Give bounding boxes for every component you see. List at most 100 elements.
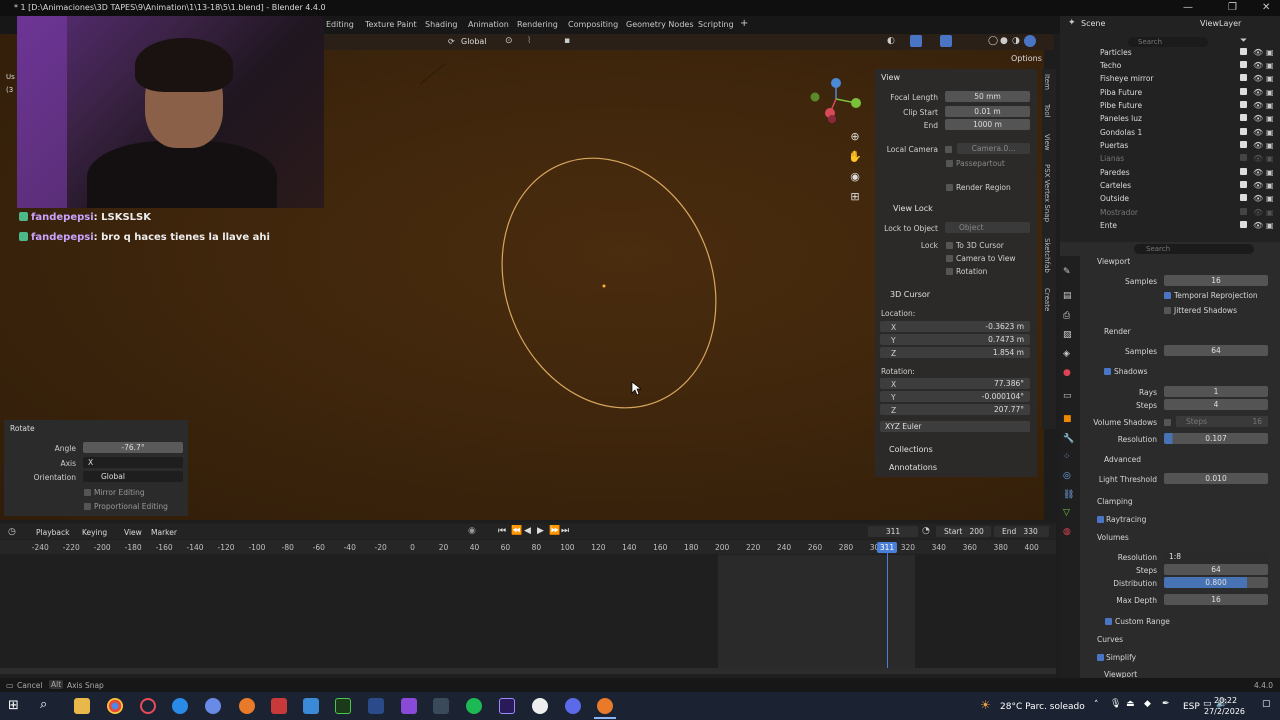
outliner-row[interactable]: Puertas 👁 ▣ [1060, 139, 1280, 152]
orientation-select[interactable]: Global [83, 471, 183, 482]
to-3d-cursor-checkbox[interactable] [946, 242, 953, 249]
rendered-shading-icon[interactable] [1024, 35, 1036, 47]
tab-psx-vertex-snap[interactable]: PSX Vertex Snap [1043, 164, 1051, 222]
outliner-row[interactable]: Pibe Future 👁 ▣ [1060, 99, 1280, 112]
volume-shadows-steps-field[interactable]: Steps 16 [1176, 416, 1268, 427]
play-reverse-icon[interactable]: ◀ [524, 526, 531, 536]
render-region-checkbox[interactable] [946, 184, 953, 191]
outliner-row[interactable]: Piba Future 👁 ▣ [1060, 86, 1280, 99]
view-layer-tab-icon[interactable]: ▧ [1063, 330, 1072, 340]
add-workspace-button[interactable]: + [740, 18, 748, 29]
filter-icon[interactable]: ⏷ [1240, 36, 1247, 46]
tool-icon[interactable] [433, 698, 449, 714]
temporal-reprojection-checkbox[interactable] [1164, 292, 1171, 299]
output-tab-icon[interactable]: ⎙ [1063, 311, 1070, 321]
proportional-editing-checkbox[interactable] [84, 503, 91, 510]
pan-hand-icon[interactable]: ✋ [847, 150, 863, 166]
tab-shading[interactable]: Shading [425, 20, 458, 29]
visibility-icon[interactable]: ◐ [887, 36, 895, 46]
advanced-section[interactable]: Advanced [1104, 455, 1141, 464]
viewport-section[interactable]: Viewport [1097, 257, 1130, 266]
curves-section[interactable]: Curves [1097, 635, 1123, 644]
outliner-row[interactable]: Lianas 👁 ▣ [1060, 152, 1280, 165]
maximize-button[interactable]: ❐ [1228, 0, 1237, 16]
mic-icon[interactable]: 🎙 [1110, 699, 1121, 709]
edge-icon[interactable] [172, 698, 188, 714]
after-effects-icon[interactable] [499, 698, 515, 714]
material-tab-icon[interactable]: ◍ [1063, 527, 1071, 537]
clock-icon[interactable]: ◔ [922, 526, 930, 536]
prev-key-icon[interactable]: ⏪ [511, 526, 522, 536]
view-layer-name[interactable]: ViewLayer [1200, 19, 1241, 28]
minimize-button[interactable]: — [1183, 0, 1193, 16]
outliner-row[interactable]: Outside 👁 ▣ [1060, 192, 1280, 205]
distribution-slider[interactable]: 0.800 [1164, 577, 1268, 588]
language-indicator[interactable]: ESP [1183, 702, 1200, 712]
end-frame-field[interactable]: End 330 [994, 526, 1049, 537]
outliner-row[interactable]: Fisheye mirror 👁 ▣ [1060, 72, 1280, 85]
clip-start-field[interactable]: 0.01 m [945, 106, 1030, 117]
tab-animation[interactable]: Animation [468, 20, 509, 29]
render-tab-icon[interactable]: ▤ [1063, 291, 1072, 301]
scene-tab-icon[interactable]: ◈ [1063, 349, 1070, 359]
pivot-icon[interactable]: ⊙ [505, 36, 513, 46]
clamping-section[interactable]: Clamping [1097, 497, 1133, 506]
tab-texture-paint[interactable]: Texture Paint [365, 20, 417, 29]
chrome-icon[interactable] [107, 698, 123, 714]
light-threshold-field[interactable]: 0.010 [1164, 473, 1268, 484]
discord-like-icon[interactable] [401, 698, 417, 714]
weather-text[interactable]: 28°C Parc. soleado [1000, 702, 1085, 712]
outliner-row[interactable]: Gondolas 1 👁 ▣ [1060, 126, 1280, 139]
record-icon[interactable]: ◉ [468, 526, 476, 536]
outliner-row[interactable]: Mostrador 👁 ▣ [1060, 206, 1280, 219]
playhead-frame-label[interactable]: 311 [877, 542, 897, 553]
collections-header[interactable]: Collections [889, 445, 933, 454]
clip-end-field[interactable]: 1000 m [945, 119, 1030, 130]
view-lock-header[interactable]: View Lock [893, 204, 933, 213]
weather-icon[interactable]: ☀ [980, 698, 991, 712]
tab-compositing[interactable]: Compositing [568, 20, 618, 29]
raytracing-checkbox[interactable] [1097, 516, 1104, 523]
3d-cursor-header[interactable]: 3D Cursor [890, 290, 930, 299]
opera-icon[interactable] [140, 698, 156, 714]
windows-start-icon[interactable]: ⊞ [8, 698, 19, 713]
start-frame-field[interactable]: Start 200 [936, 526, 991, 537]
tab-geometry-nodes[interactable]: Geometry Nodes [626, 20, 693, 29]
close-button[interactable]: ✕ [1262, 0, 1270, 16]
jittered-shadows-checkbox[interactable] [1164, 307, 1171, 314]
view-section-header[interactable]: View [881, 73, 900, 82]
scene-name[interactable]: Scene [1081, 19, 1105, 28]
cursor-rot-z-field[interactable]: 207.77° [880, 404, 1030, 415]
clock-date[interactable]: 27/2/2026 [1204, 707, 1245, 716]
max-depth-field[interactable]: 16 [1164, 594, 1268, 605]
volume-resolution-select[interactable]: 1:8 [1164, 551, 1268, 562]
view-menu[interactable]: View [124, 528, 142, 537]
outliner-row[interactable]: Paredes 👁 ▣ [1060, 166, 1280, 179]
wireframe-shading-icon[interactable]: ◯ [988, 36, 998, 46]
volume-shadows-checkbox[interactable] [1164, 419, 1171, 426]
cursor-rot-x-field[interactable]: 77.386° [880, 378, 1030, 389]
data-tab-icon[interactable]: ▽ [1063, 508, 1070, 518]
outliner-row[interactable]: Ente 👁 ▣ [1060, 219, 1280, 232]
object-tab-icon[interactable]: ■ [1063, 414, 1072, 424]
viewport-samples-field[interactable]: 16 [1164, 275, 1268, 286]
outliner-row[interactable]: Carteles 👁 ▣ [1060, 179, 1280, 192]
navigation-gizmo[interactable] [808, 75, 868, 125]
solid-shading-icon[interactable]: ● [1000, 36, 1008, 46]
timeline-scrollbar[interactable] [0, 668, 1056, 674]
editor-type-icon[interactable]: ◷ [8, 527, 16, 537]
app-icon[interactable] [205, 698, 221, 714]
resolution-slider[interactable]: 0.107 [1164, 433, 1268, 444]
camera-to-view-checkbox[interactable] [946, 255, 953, 262]
overlay-toggle-icon[interactable] [940, 35, 952, 47]
blender-active-icon[interactable] [597, 698, 613, 714]
file-explorer-icon[interactable] [74, 698, 90, 714]
tray-chevron-icon[interactable]: ˄ [1094, 700, 1099, 710]
world-tab-icon[interactable]: ● [1063, 368, 1071, 378]
options-dropdown[interactable]: Options [1011, 54, 1042, 63]
render-section[interactable]: Render [1104, 327, 1131, 336]
physics-tab-icon[interactable]: ◎ [1063, 471, 1071, 481]
cursor-loc-x-field[interactable]: -0.3623 m [880, 321, 1030, 332]
blender-taskbar-icon[interactable] [239, 698, 255, 714]
tab-sketchfab[interactable]: Sketchfab [1043, 238, 1051, 273]
